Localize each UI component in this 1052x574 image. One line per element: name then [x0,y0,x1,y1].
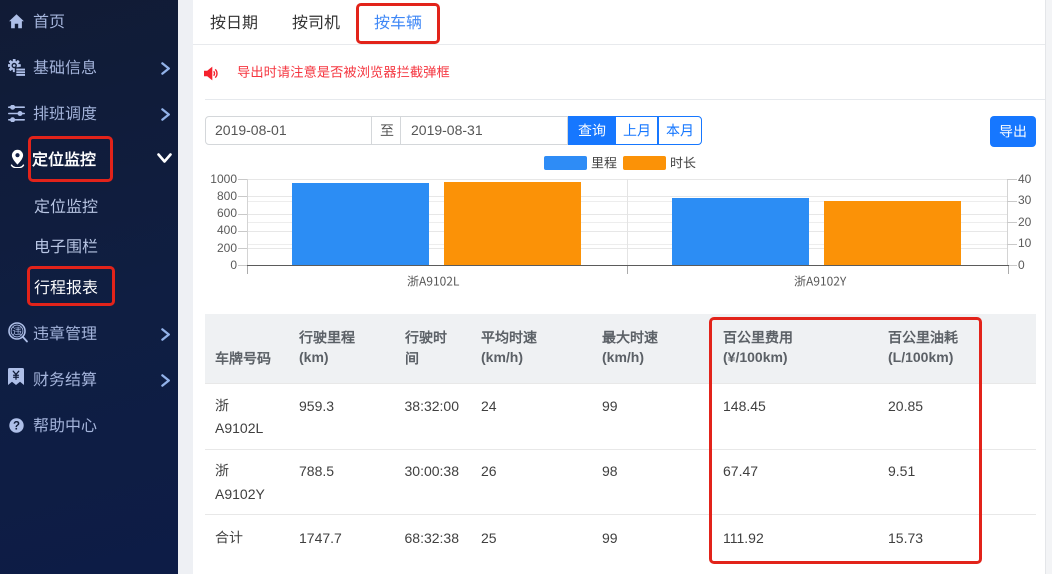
svg-text:?: ? [12,420,19,432]
